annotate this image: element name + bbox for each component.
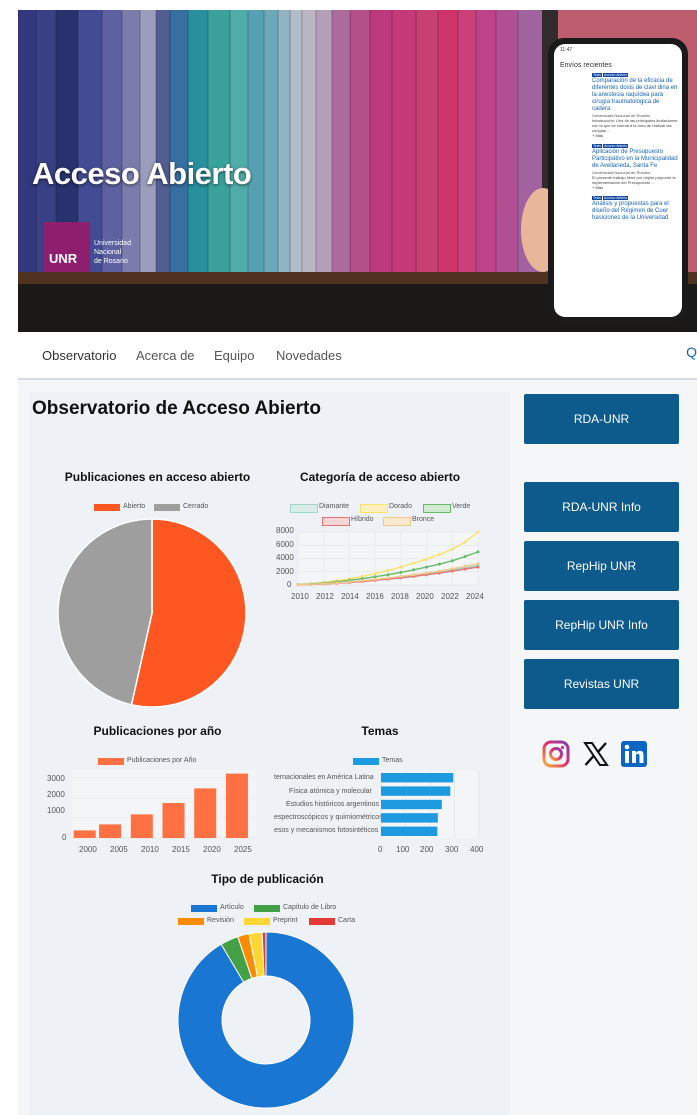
data-point [360,579,364,583]
rda-unr-info-button[interactable]: RDA-UNR Info [524,482,679,532]
data-point [463,555,467,559]
data-point [412,573,416,577]
data-point [373,572,377,576]
data-point [463,540,467,544]
data-point [450,547,454,551]
x-icon[interactable] [582,740,610,768]
data-point [412,561,416,565]
data-point [437,553,441,557]
rda-unr-button[interactable]: RDA-UNR [524,394,679,444]
bar [381,786,451,796]
data-point [476,565,480,569]
data-point [437,569,441,573]
bar [73,830,96,838]
data-point [386,568,390,572]
data-point [386,573,390,577]
data-point [476,550,480,554]
data-point [373,577,377,581]
data-point [296,583,300,587]
data-point [335,581,339,585]
bar [381,813,438,823]
data-point [386,576,390,580]
revistas-unr-button[interactable]: Revistas UNR [524,659,679,709]
instagram-icon[interactable] [542,740,570,768]
data-point [437,562,441,566]
data-point [347,580,351,584]
bar [99,824,122,838]
data-point [450,559,454,563]
bar [130,814,153,838]
bar [381,773,454,783]
data-point [425,557,429,561]
bar [162,803,185,838]
data-point [476,562,480,566]
data-point [399,570,403,574]
bar [381,799,442,810]
data-point [322,582,326,586]
data-point [399,574,403,578]
bar [381,826,438,836]
data-point [412,568,416,572]
data-point [425,571,429,575]
pie-slice [57,518,153,706]
data-point [450,567,454,571]
rephip-unr-button[interactable]: RepHip UNR [524,541,679,591]
bar [194,788,217,838]
data-point [463,564,467,568]
data-point [399,565,403,569]
data-point [309,582,313,586]
data-point [425,565,429,569]
rephip-unr-info-button[interactable]: RepHip UNR Info [524,600,679,650]
data-point [463,567,467,571]
bar [225,773,248,838]
data-point [476,530,480,534]
data-point [373,575,377,579]
linkedin-icon[interactable] [620,740,648,768]
